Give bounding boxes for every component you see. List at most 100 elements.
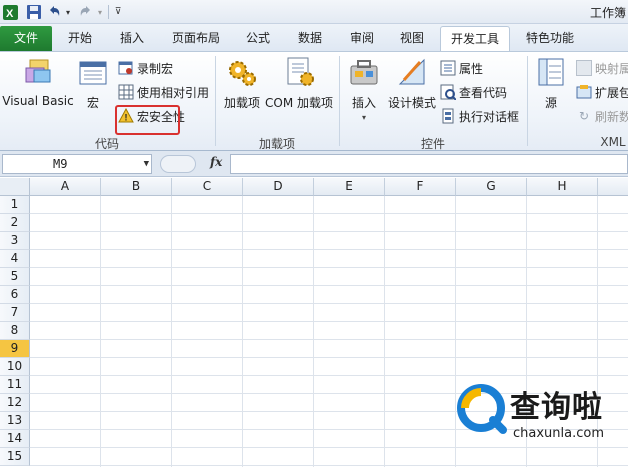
tab-page-layout[interactable]: 页面布局 [164,26,228,51]
view-code-label: 查看代码 [459,85,508,100]
row-header[interactable]: 12 [0,394,30,412]
visual-basic-button[interactable]: Visual Basic [2,56,74,108]
tab-data[interactable]: 数据 [288,26,332,51]
row-header[interactable]: 11 [0,376,30,394]
ribbon-developer: Visual Basic 宏 录制宏 使用相对引用 ! 宏安全性 代码 加载项 … [0,51,628,151]
redo-dropdown-icon[interactable]: ▾ [95,3,105,21]
record-macro-icon [118,61,133,75]
row-header[interactable]: 3 [0,232,30,250]
expansion-packs-button[interactable]: 扩展包 [576,82,628,102]
column-header[interactable] [598,178,628,196]
row-header[interactable]: 4 [0,250,30,268]
tab-formulas[interactable]: 公式 [236,26,280,51]
formula-bar-handle[interactable] [160,155,196,173]
relative-reference-button[interactable]: 使用相对引用 [118,82,209,102]
row-header[interactable]: 7 [0,304,30,322]
watermark-url: chaxunla.com [513,426,604,441]
watermark-text: 查询啦 [510,390,603,425]
column-header[interactable]: F [385,178,456,196]
group-separator [215,56,216,146]
formula-bar: M9 ▼ fx [0,151,628,177]
formula-input[interactable] [230,154,628,174]
undo-icon[interactable] [46,3,62,21]
addins-label: 加载项 [223,96,260,110]
save-icon[interactable] [26,3,42,21]
row-header[interactable]: 10 [0,358,30,376]
record-macro-button[interactable]: 录制宏 [118,58,173,78]
tab-file[interactable]: 文件 [0,26,52,51]
row-header[interactable]: 8 [0,322,30,340]
column-headers: A B C D E F G H [30,178,628,196]
insert-control-dropdown-icon: ▾ [361,113,366,122]
properties-button[interactable]: 属性 [440,58,483,78]
view-code-icon [440,84,456,100]
macros-button[interactable]: 宏 [78,56,108,111]
tab-developer[interactable]: 开发工具 [440,26,510,51]
relative-reference-label: 使用相对引用 [137,85,210,100]
row-header[interactable]: 13 [0,412,30,430]
run-dialog-label: 执行对话框 [459,109,520,124]
design-mode-icon [398,58,425,85]
expansion-packs-label: 扩展包 [595,85,628,100]
row-header[interactable]: 5 [0,268,30,286]
map-properties-button[interactable]: 映射属 [576,58,628,78]
column-header[interactable]: H [527,178,598,196]
excel-logo-icon: X [2,3,18,21]
name-box[interactable]: M9 ▼ [2,154,152,174]
column-header[interactable]: A [30,178,101,196]
row-header[interactable]: 14 [0,430,30,448]
tab-home[interactable]: 开始 [58,26,102,51]
xml-source-label: 源 [544,96,557,110]
row-header[interactable]: 15 [0,448,30,466]
redo-icon[interactable] [78,3,94,21]
toolbar-divider [108,5,109,19]
tab-special-features[interactable]: 特色功能 [518,26,582,51]
design-mode-label: 设计模式 [387,96,436,110]
column-header[interactable]: G [456,178,527,196]
record-macro-label: 录制宏 [137,61,174,76]
ribbon-tabs: 文件 开始 插入 页面布局 公式 数据 审阅 视图 开发工具 特色功能 [0,24,628,51]
xml-source-button[interactable]: 源 [532,56,570,111]
com-addins-label: COM 加载项 [265,96,333,110]
macros-icon [79,61,107,85]
column-header[interactable]: E [314,178,385,196]
row-header[interactable]: 2 [0,214,30,232]
group-separator [339,56,340,146]
macros-label: 宏 [86,96,99,110]
refresh-data-button[interactable]: ↻ 刷新数 [576,106,628,126]
group-label-code: 代码 [94,137,119,151]
properties-icon [440,60,456,76]
customize-toolbar-icon[interactable]: ⊽ [112,3,124,21]
column-header[interactable]: D [243,178,314,196]
design-mode-button[interactable]: 设计模式 [386,56,438,111]
com-addins-button[interactable]: COM 加载项 [264,56,334,111]
toolbox-icon [350,60,378,85]
svg-text:X: X [6,8,14,20]
map-properties-icon [576,60,592,76]
row-header-active[interactable]: 9 [0,340,30,358]
column-header[interactable]: C [172,178,243,196]
addins-button[interactable]: 加载项 [220,56,264,111]
insert-function-icon[interactable]: fx [210,155,222,169]
properties-label: 属性 [459,61,484,76]
tab-insert[interactable]: 插入 [110,26,154,51]
refresh-icon: ↻ [578,109,590,123]
tab-review[interactable]: 审阅 [340,26,384,51]
gear-icon [229,61,256,86]
tab-view[interactable]: 视图 [390,26,434,51]
view-code-button[interactable]: 查看代码 [440,82,507,102]
group-label-controls: 控件 [420,137,445,151]
row-header[interactable]: 6 [0,286,30,304]
column-header[interactable]: B [101,178,172,196]
watermark-logo-icon [457,384,507,434]
run-dialog-button[interactable]: 执行对话框 [440,106,519,126]
visual-basic-label: Visual Basic [2,94,74,108]
watermark: 查询啦 chaxunla.com [455,380,625,450]
row-header[interactable]: 1 [0,196,30,214]
relative-reference-icon [118,84,134,100]
insert-control-button[interactable]: 插入 ▾ [344,56,384,122]
record-macro-highlight [115,105,180,135]
undo-dropdown-icon[interactable]: ▾ [63,3,73,21]
select-all-corner[interactable] [0,178,30,196]
name-box-dropdown-icon[interactable]: ▼ [144,155,149,173]
